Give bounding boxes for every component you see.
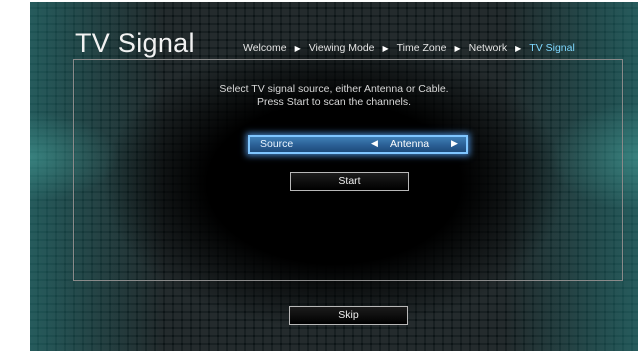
- source-label: Source: [260, 138, 294, 150]
- breadcrumb-item-viewing-mode: Viewing Mode: [308, 42, 375, 54]
- breadcrumb-item-time-zone: Time Zone: [396, 42, 447, 54]
- breadcrumb-separator-icon: ▶: [454, 43, 461, 53]
- triangle-left-icon[interactable]: ◀: [371, 138, 378, 149]
- skip-button[interactable]: Skip: [289, 306, 408, 325]
- breadcrumb-item-tv-signal: TV Signal: [529, 42, 575, 54]
- triangle-right-icon[interactable]: ▶: [451, 138, 458, 149]
- start-button[interactable]: Start: [290, 172, 409, 191]
- instruction-line-2: Press Start to scan the channels.: [256, 96, 412, 108]
- instruction-text: Select TV signal source, either Antenna …: [30, 83, 638, 109]
- breadcrumb-separator-icon: ▶: [294, 43, 301, 53]
- breadcrumb-item-welcome: Welcome: [243, 42, 287, 54]
- breadcrumb-separator-icon: ▶: [382, 43, 389, 53]
- source-selector[interactable]: Source ◀ Antenna ▶: [248, 135, 468, 154]
- breadcrumb-separator-icon: ▶: [515, 43, 522, 53]
- source-value: Antenna: [390, 138, 430, 150]
- breadcrumb: Welcome ▶ Viewing Mode ▶ Time Zone ▶ Net…: [243, 42, 575, 54]
- page-title: TV Signal: [75, 28, 195, 58]
- instruction-line-1: Select TV signal source, either Antenna …: [219, 83, 449, 95]
- breadcrumb-item-network: Network: [468, 42, 508, 54]
- tv-setup-screen: TV Signal Welcome ▶ Viewing Mode ▶ Time …: [30, 2, 638, 351]
